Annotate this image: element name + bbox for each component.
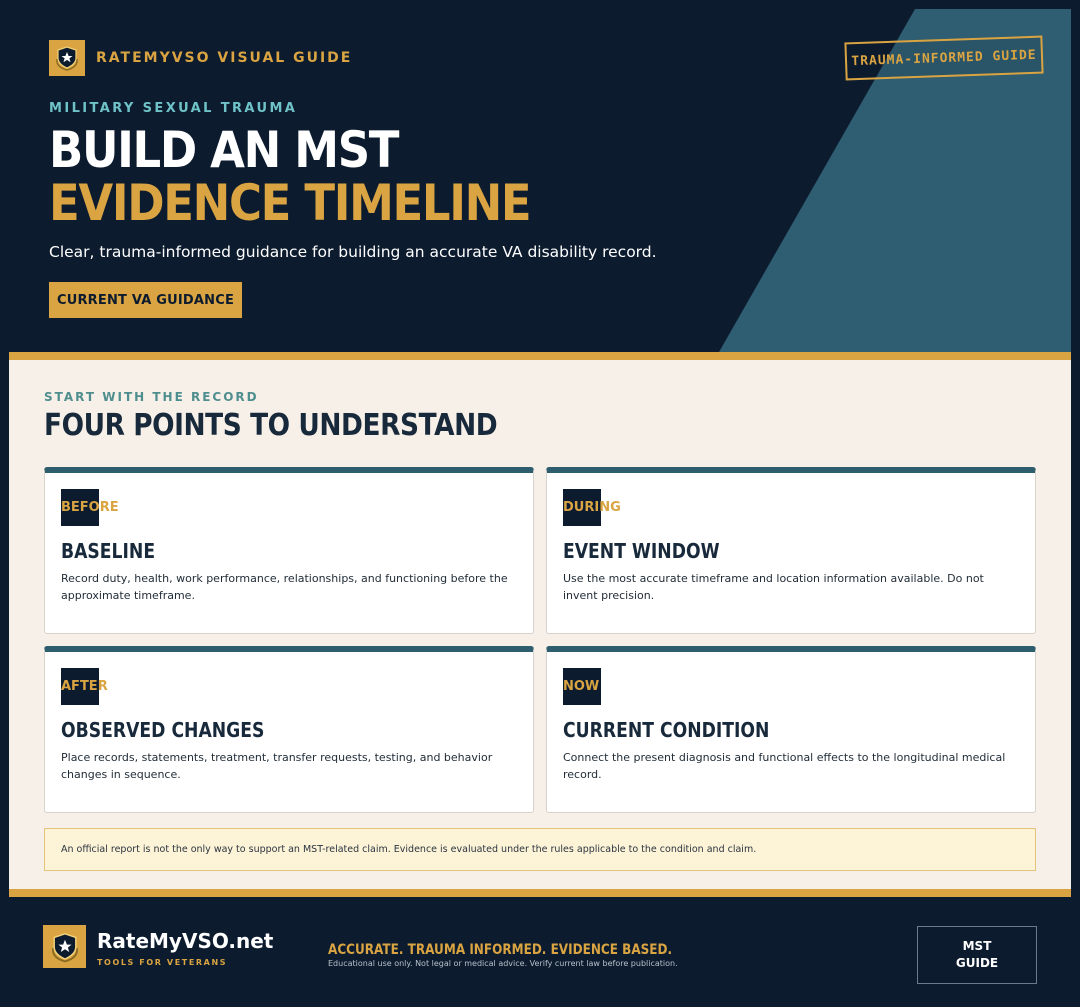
headline-line-1: BUILD AN MST <box>49 121 399 179</box>
footer-disclaimer: Educational use only. Not legal or medic… <box>328 959 678 968</box>
shield-star-icon <box>49 40 85 76</box>
card-after: AFTER OBSERVED CHANGES Place records, st… <box>44 646 534 813</box>
brand-header: RATEMYVSO VISUAL GUIDE <box>49 40 352 76</box>
shield-star-icon <box>43 925 86 968</box>
card-body: Use the most accurate timeframe and loca… <box>563 572 984 602</box>
main-content: START WITH THE RECORD FOUR POINTS TO UND… <box>9 360 1071 889</box>
page-title: BUILD AN MST EVIDENCE TIMELINE <box>49 121 532 232</box>
footer-motto: ACCURATE. TRAUMA INFORMED. EVIDENCE BASE… <box>328 942 673 958</box>
card-badge: NOW <box>563 679 600 694</box>
section-title: FOUR POINTS TO UNDERSTAND <box>44 408 498 443</box>
headline-line-2: EVIDENCE TIMELINE <box>49 174 532 232</box>
footer-tagline: TOOLS FOR VETERANS <box>97 958 228 967</box>
card-badge: AFTER <box>61 679 108 694</box>
divider-bottom <box>9 889 1071 897</box>
evidence-notice: An official report is not the only way t… <box>44 828 1036 871</box>
card-body: Record duty, health, work performance, r… <box>61 572 508 602</box>
current-va-guidance-button[interactable]: CURRENT VA GUIDANCE <box>49 282 242 318</box>
card-during: DURING EVENT WINDOW Use the most accurat… <box>546 467 1036 634</box>
hero-section: RATEMYVSO VISUAL GUIDE TRAUMA-INFORMED G… <box>9 9 1071 352</box>
card-title: CURRENT CONDITION <box>563 718 770 742</box>
mst-guide-line-2: GUIDE <box>955 956 999 970</box>
footer: RateMyVSO.net TOOLS FOR VETERANS ACCURAT… <box>9 897 1071 998</box>
card-title: EVENT WINDOW <box>563 539 720 563</box>
mst-guide-line-1: MST <box>962 939 992 953</box>
brand-label: RATEMYVSO VISUAL GUIDE <box>96 50 353 66</box>
card-badge: BEFORE <box>61 500 119 515</box>
card-badge: DURING <box>563 500 621 515</box>
footer-brand-link[interactable]: RateMyVSO.net <box>97 929 273 953</box>
page-frame: RATEMYVSO VISUAL GUIDE TRAUMA-INFORMED G… <box>9 9 1071 998</box>
section-eyebrow: START WITH THE RECORD <box>44 390 259 404</box>
divider-top <box>9 352 1071 360</box>
card-title: BASELINE <box>61 539 156 563</box>
card-before: BEFORE BASELINE Record duty, health, wor… <box>44 467 534 634</box>
card-body: Place records, statements, treatment, tr… <box>61 751 493 781</box>
card-body: Connect the present diagnosis and functi… <box>563 751 1006 781</box>
hero-eyebrow: MILITARY SEXUAL TRAUMA <box>49 101 298 116</box>
card-now: NOW CURRENT CONDITION Connect the presen… <box>546 646 1036 813</box>
mst-guide-badge: MST GUIDE <box>917 926 1037 984</box>
trauma-informed-stamp: TRAUMA-INFORMED GUIDE <box>844 35 1044 81</box>
card-title: OBSERVED CHANGES <box>61 718 265 742</box>
hero-subtitle: Clear, trauma-informed guidance for buil… <box>49 243 657 261</box>
